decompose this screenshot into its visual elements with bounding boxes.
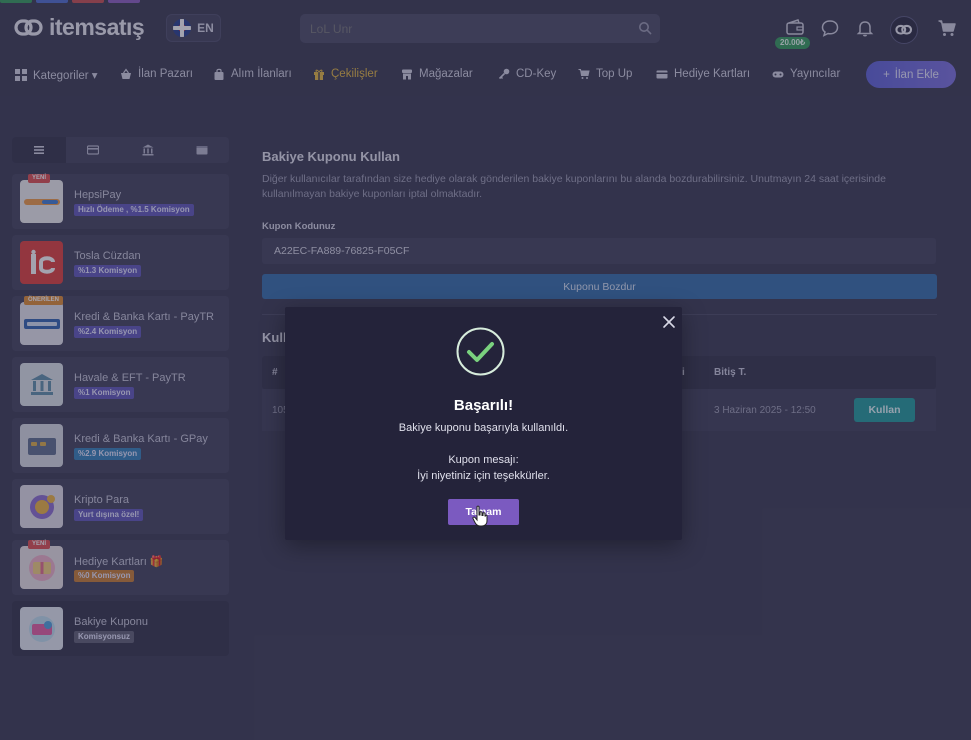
success-check-icon [456, 327, 505, 376]
modal-title: Başarılı! [453, 397, 514, 414]
coupon-message-label: Kupon mesajı: [448, 454, 519, 466]
close-icon[interactable] [662, 315, 676, 329]
modal-message-line: Bakiye kuponu başarıyla kullanıldı. [398, 422, 569, 434]
coupon-message-text: İyi niyetiniz için teşekkürler. [417, 470, 550, 482]
hand-cursor-icon [472, 505, 488, 527]
